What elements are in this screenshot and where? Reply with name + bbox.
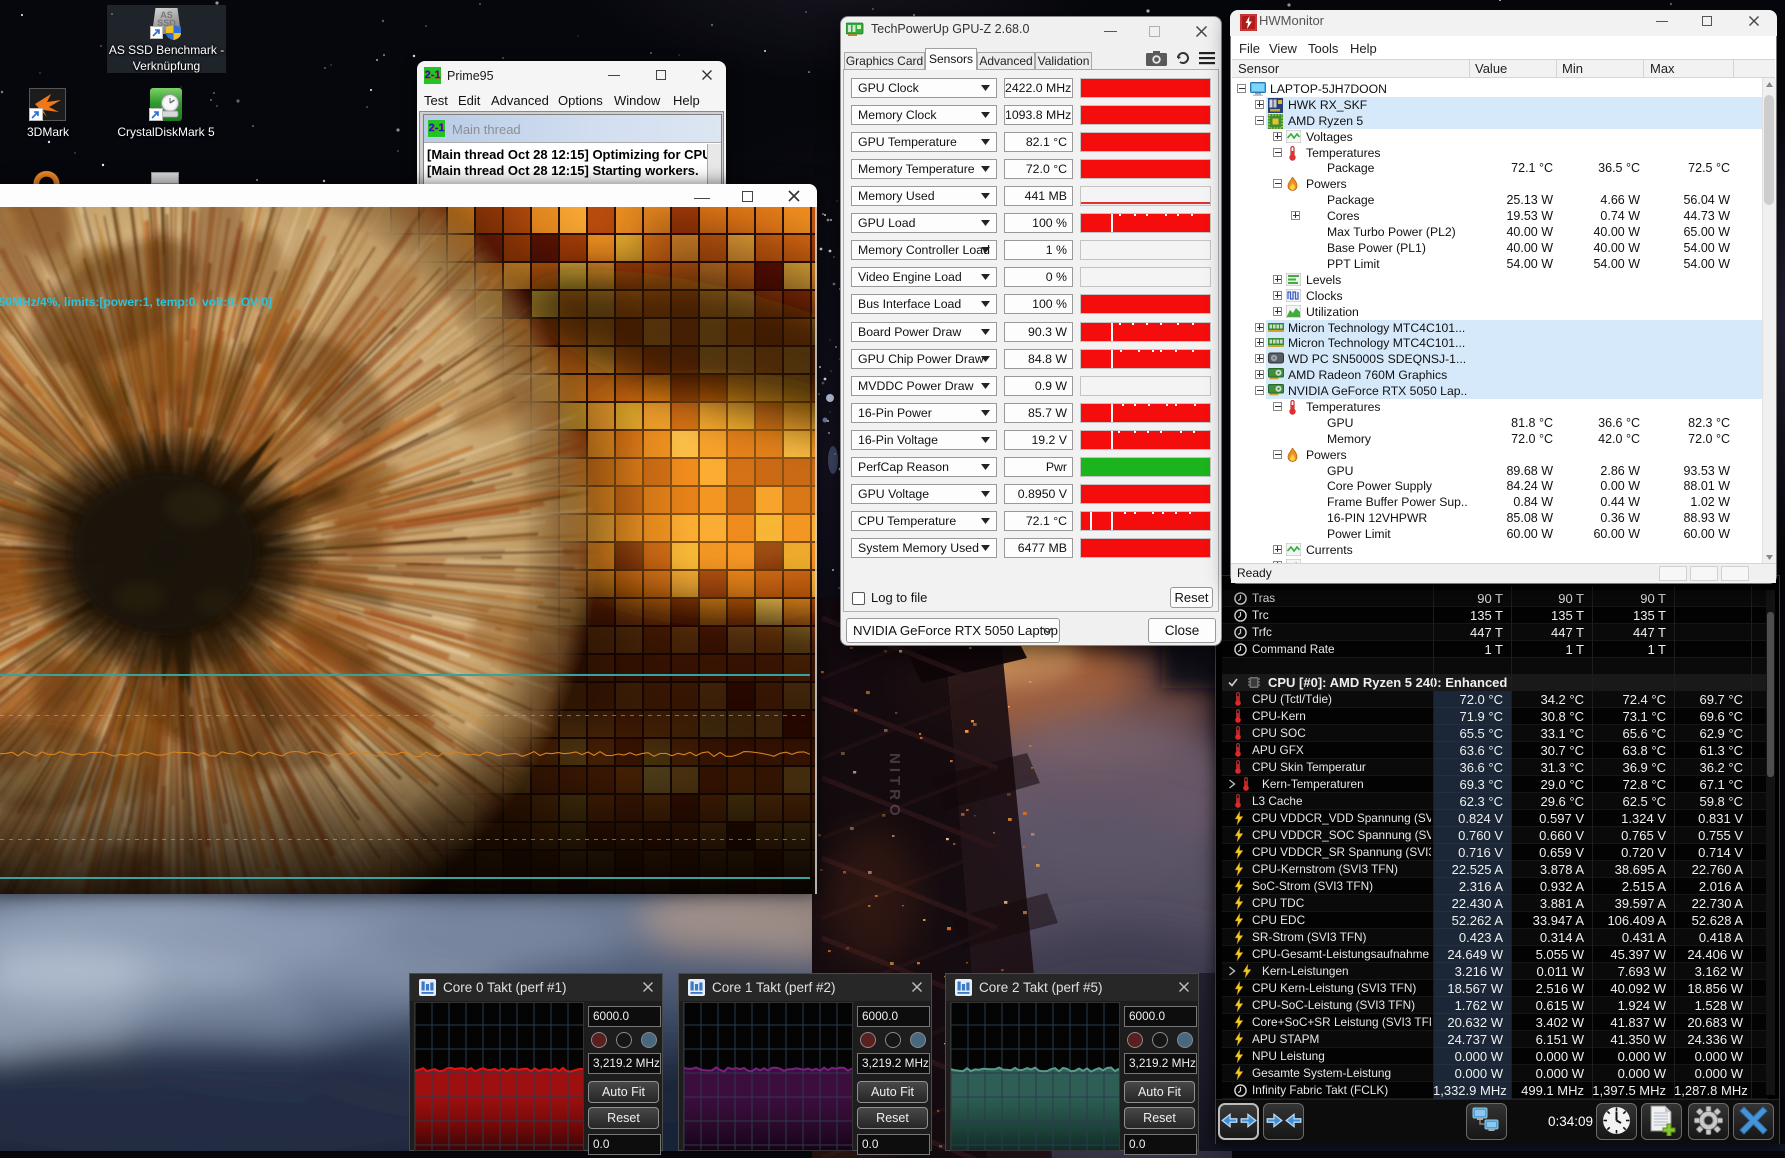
svg-text:NITRO: NITRO [886, 753, 903, 820]
